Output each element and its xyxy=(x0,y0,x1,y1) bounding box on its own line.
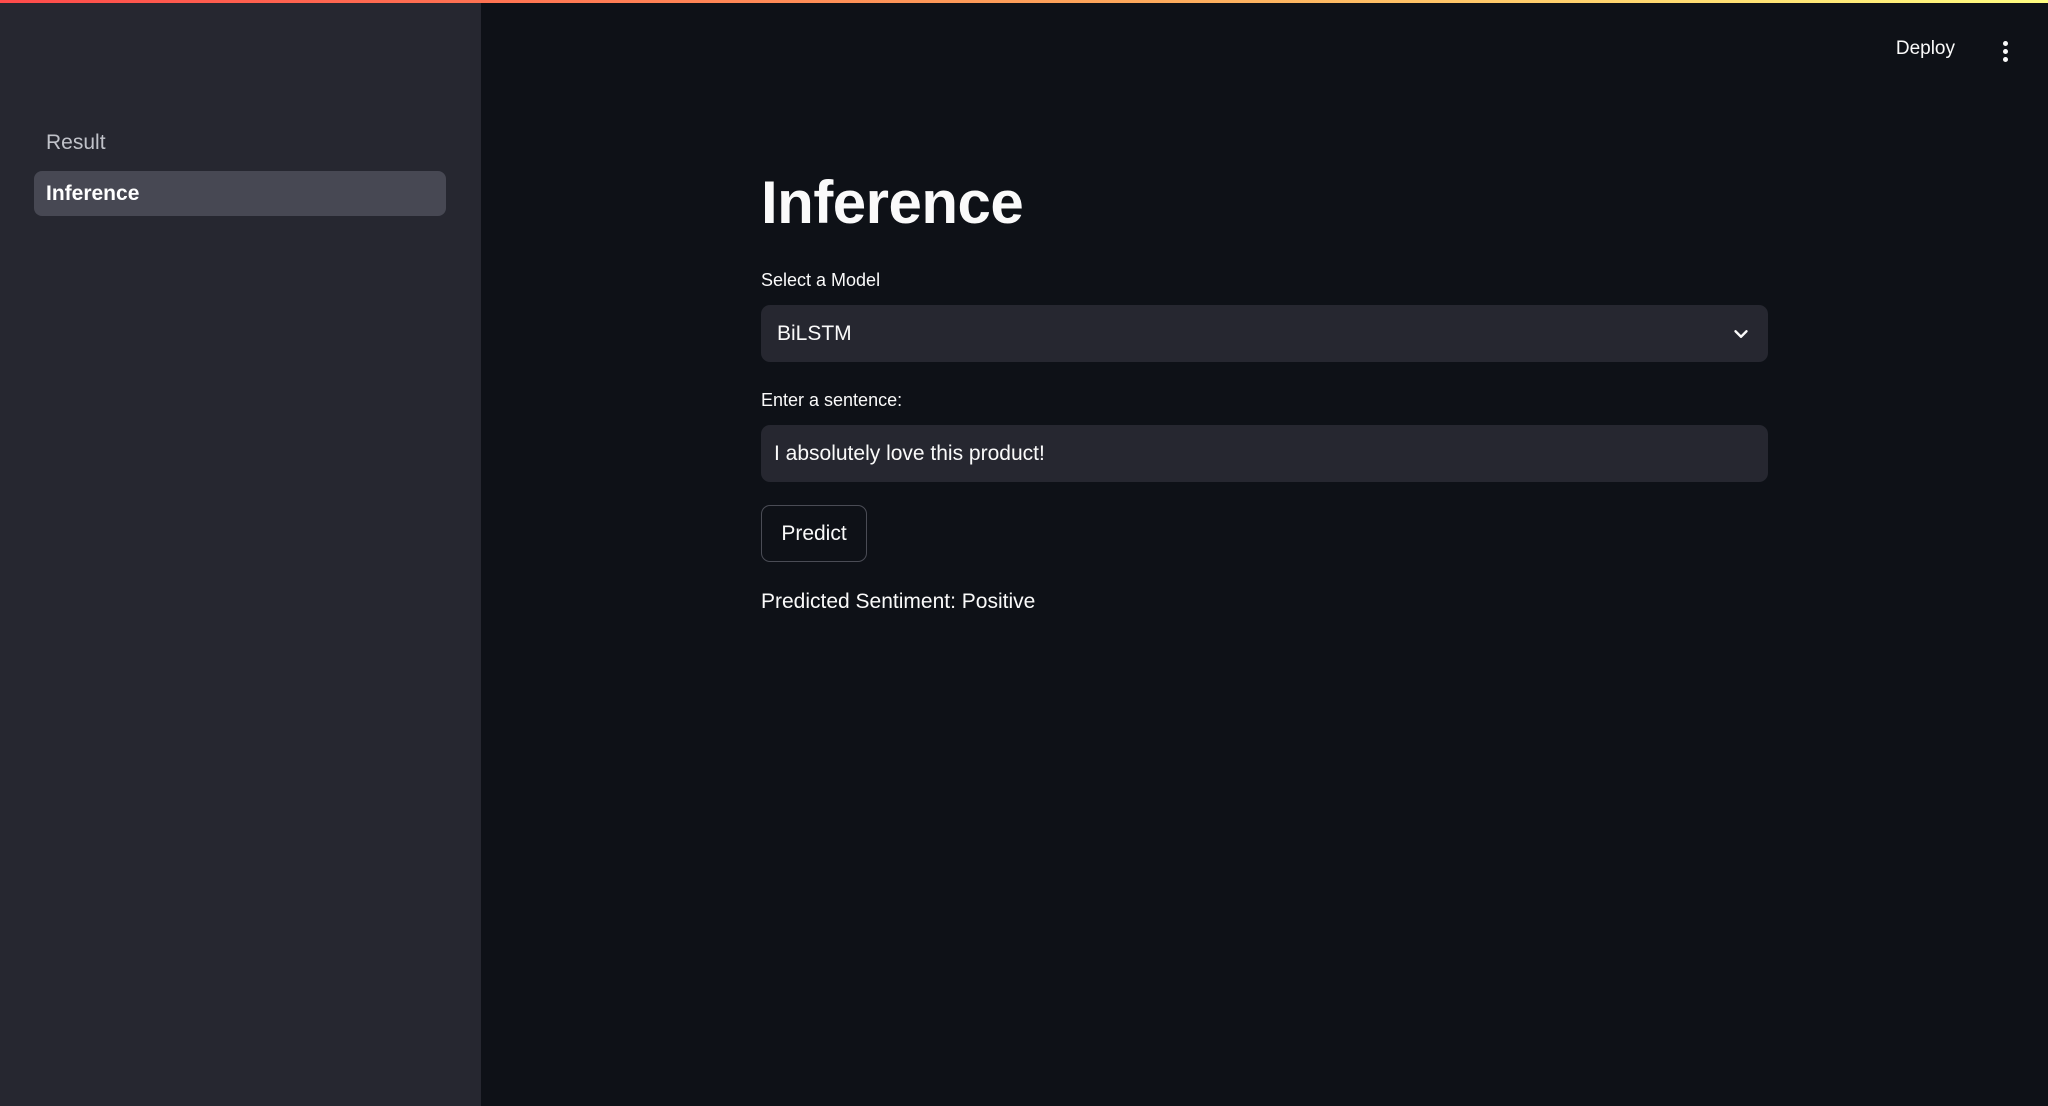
sidebar-item-inference[interactable]: Inference xyxy=(34,171,446,216)
model-select-value: BiLSTM xyxy=(777,321,852,345)
sentence-input[interactable] xyxy=(761,425,1768,482)
predict-button[interactable]: Predict xyxy=(761,505,867,562)
chevron-down-icon xyxy=(1734,329,1748,338)
page-title: Inference xyxy=(761,169,1024,236)
model-select[interactable]: BiLSTM xyxy=(761,305,1768,362)
sentence-input-label: Enter a sentence: xyxy=(761,390,903,410)
kebab-menu-icon[interactable] xyxy=(1992,38,2018,64)
sidebar-nav: Result Inference xyxy=(34,120,446,222)
model-select-label: Select a Model xyxy=(761,270,881,290)
sidebar-item-result[interactable]: Result xyxy=(34,120,446,165)
sidebar: Result Inference xyxy=(0,0,481,1106)
app-header: Deploy xyxy=(1648,0,2048,100)
deploy-button[interactable]: Deploy xyxy=(1896,38,1955,60)
sidebar-item-label: Result xyxy=(46,130,106,154)
prediction-result: Predicted Sentiment: Positive xyxy=(761,590,1036,613)
sidebar-item-label: Inference xyxy=(46,181,140,205)
top-decoration-bar xyxy=(0,0,2048,3)
